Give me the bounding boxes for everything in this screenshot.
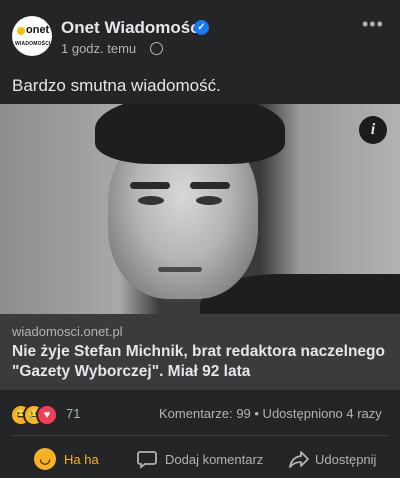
avatar-subtitle: WIADOMOŚCI: [15, 41, 51, 47]
post-card: onet WIADOMOŚCI Onet Wiadomości ✓ 1 godz…: [0, 0, 400, 478]
photo-brow-right: [190, 182, 230, 189]
comment-button-label: Dodaj komentarz: [165, 452, 264, 467]
comments-shares-count[interactable]: Komentarze: 99 • Udostępniono 4 razy: [159, 406, 382, 421]
link-preview[interactable]: wiadomosci.onet.pl Nie żyje Stefan Michn…: [0, 314, 400, 390]
haha-button[interactable]: ◡ Ha ha: [30, 440, 120, 478]
avatar-brand: onet: [26, 24, 50, 36]
post-time[interactable]: 1 godz. temu: [61, 41, 136, 56]
haha-button-label: Ha ha: [64, 452, 99, 467]
photo-hair: [95, 104, 285, 164]
photo-eye-left: [138, 196, 164, 205]
haha-reaction-icon: ◡: [34, 448, 56, 470]
share-button-label: Udostępnij: [315, 452, 377, 467]
comment-button[interactable]: Dodaj komentarz: [132, 440, 272, 478]
share-icon: [289, 451, 309, 468]
globe-icon: [150, 42, 163, 55]
photo-brow-left: [130, 182, 170, 189]
photo-eye-right: [196, 196, 222, 205]
page-avatar[interactable]: onet WIADOMOŚCI: [12, 16, 52, 56]
action-bar: ◡ Ha ha Dodaj komentarz Udostępnij: [0, 440, 400, 478]
photo-mouth: [158, 267, 202, 272]
verified-badge-icon: ✓: [194, 20, 209, 35]
divider: [12, 435, 388, 436]
link-image[interactable]: [0, 104, 400, 314]
post-header: onet WIADOMOŚCI Onet Wiadomości ✓ 1 godz…: [0, 0, 400, 70]
reaction-icons[interactable]: 😆 😢 ♥: [10, 404, 62, 426]
page-name[interactable]: Onet Wiadomości: [61, 18, 204, 38]
share-button[interactable]: Udostępnij: [284, 440, 394, 478]
post-stats: 😆 😢 ♥ 71 Komentarze: 99 • Udostępniono 4…: [0, 396, 400, 426]
reaction-count[interactable]: 71: [66, 406, 80, 421]
link-headline[interactable]: Nie żyje Stefan Michnik, brat redaktora …: [12, 342, 392, 382]
logo-dot-icon: [17, 27, 25, 35]
post-text: Bardzo smutna wiadomość.: [12, 76, 221, 95]
love-reaction-icon: ♥: [36, 404, 58, 426]
info-icon[interactable]: i: [359, 116, 387, 144]
more-options-icon[interactable]: •••: [362, 14, 384, 35]
comment-icon: [137, 451, 157, 469]
link-domain: wiadomosci.onet.pl: [12, 324, 123, 339]
